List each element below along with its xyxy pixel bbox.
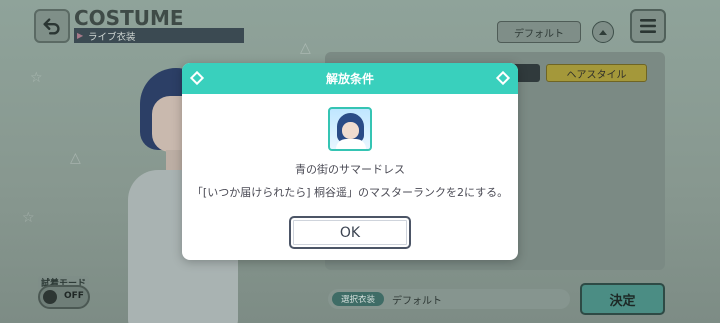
back-button[interactable]	[34, 9, 70, 43]
decide-button[interactable]: 決定	[580, 283, 665, 315]
ok-label: OK	[339, 224, 361, 241]
diamond-icon	[495, 70, 511, 86]
play-marker-icon: ▶	[77, 31, 84, 40]
triangle-decoration-icon: △	[300, 40, 311, 56]
back-arrow-icon	[43, 18, 60, 35]
unlock-condition-dialog: 解放条件 青の街のサマードレス 「[いつか届けられたら] 桐谷遥」のマスターラン…	[182, 63, 518, 260]
costume-thumbnail	[328, 107, 372, 151]
page-header: COSTUME ▶ ライブ衣装	[74, 6, 244, 43]
tab-hair-style[interactable]: ヘアスタイル	[546, 64, 647, 82]
page-subtitle: ライブ衣装	[88, 32, 136, 43]
chevron-up-icon	[599, 30, 607, 35]
costume-name: 青の街のサマードレス	[295, 163, 405, 176]
menu-button[interactable]	[630, 9, 666, 43]
dialog-title: 解放条件	[325, 72, 374, 86]
diamond-icon	[189, 70, 205, 86]
menu-icon	[640, 19, 656, 33]
thumbnail-body	[336, 139, 366, 149]
tab-hair-style-label: ヘアスタイル	[566, 69, 627, 81]
default-preset-label: デフォルト	[514, 28, 564, 40]
default-preset-button[interactable]: デフォルト	[497, 21, 581, 43]
star-decoration-icon: ☆	[30, 70, 43, 86]
selected-costume-value: デフォルト	[392, 296, 442, 307]
selected-costume-tag: 選択衣装	[332, 292, 384, 306]
trial-mode-toggle[interactable]: OFF	[38, 285, 90, 309]
star-decoration-icon: ☆	[22, 210, 35, 226]
toggle-knob	[43, 290, 57, 304]
page-title: COSTUME	[74, 6, 184, 30]
unlock-condition-text: 「[いつか届けられたら] 桐谷遥」のマスターランクを2にする。	[191, 186, 509, 199]
trial-mode-state: OFF	[64, 291, 84, 301]
ok-button[interactable]: OK	[289, 216, 411, 249]
thumbnail-face	[342, 122, 359, 139]
triangle-decoration-icon: △	[70, 150, 81, 166]
decide-label: 決定	[609, 293, 636, 309]
collapse-button[interactable]	[592, 21, 614, 43]
dialog-header: 解放条件	[182, 63, 518, 94]
